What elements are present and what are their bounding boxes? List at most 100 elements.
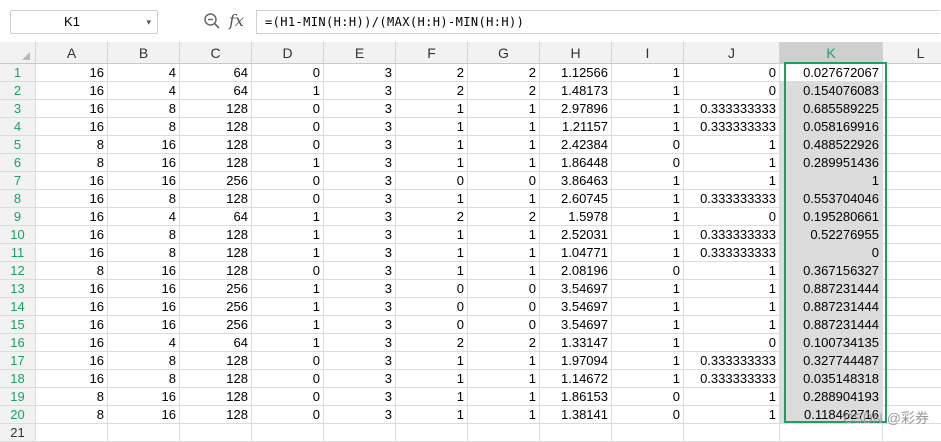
row-number[interactable]: 2 [0, 82, 36, 100]
cell-d9[interactable]: 1 [252, 208, 324, 226]
row-number[interactable]: 20 [0, 406, 36, 424]
cell-d8[interactable]: 0 [252, 190, 324, 208]
cell-a20[interactable]: 8 [36, 406, 108, 424]
cell-c5[interactable]: 128 [180, 136, 252, 154]
cell-f13[interactable]: 0 [396, 280, 468, 298]
cell-g17[interactable]: 1 [468, 352, 540, 370]
cell-a21[interactable] [36, 424, 108, 442]
cell-b14[interactable]: 16 [108, 298, 180, 316]
cell-e11[interactable]: 3 [324, 244, 396, 262]
cell-g20[interactable]: 1 [468, 406, 540, 424]
cell-a12[interactable]: 8 [36, 262, 108, 280]
cell-d3[interactable]: 0 [252, 100, 324, 118]
cell-k16[interactable]: 0.100734135 [780, 334, 883, 352]
cell-h8[interactable]: 2.60745 [540, 190, 612, 208]
cell-a2[interactable]: 16 [36, 82, 108, 100]
cell-f11[interactable]: 1 [396, 244, 468, 262]
cell-a19[interactable]: 8 [36, 388, 108, 406]
row-number[interactable]: 18 [0, 370, 36, 388]
cell-k11[interactable]: 0 [780, 244, 883, 262]
cell-f1[interactable]: 2 [396, 64, 468, 82]
row-number[interactable]: 8 [0, 190, 36, 208]
cell-f14[interactable]: 0 [396, 298, 468, 316]
cell-g4[interactable]: 1 [468, 118, 540, 136]
cell-f12[interactable]: 1 [396, 262, 468, 280]
cell-j16[interactable]: 0 [684, 334, 780, 352]
cell-i16[interactable]: 1 [612, 334, 684, 352]
cell-j21[interactable] [684, 424, 780, 442]
cell-j3[interactable]: 0.333333333 [684, 100, 780, 118]
cell-l16[interactable] [883, 334, 941, 352]
cell-i2[interactable]: 1 [612, 82, 684, 100]
cell-j8[interactable]: 0.333333333 [684, 190, 780, 208]
cell-f18[interactable]: 1 [396, 370, 468, 388]
cell-f3[interactable]: 1 [396, 100, 468, 118]
cell-h19[interactable]: 1.86153 [540, 388, 612, 406]
cell-h20[interactable]: 1.38141 [540, 406, 612, 424]
cell-e12[interactable]: 3 [324, 262, 396, 280]
cell-b18[interactable]: 8 [108, 370, 180, 388]
cell-a18[interactable]: 16 [36, 370, 108, 388]
cell-c3[interactable]: 128 [180, 100, 252, 118]
cell-h17[interactable]: 1.97094 [540, 352, 612, 370]
cell-i7[interactable]: 1 [612, 172, 684, 190]
cell-a7[interactable]: 16 [36, 172, 108, 190]
cell-f5[interactable]: 1 [396, 136, 468, 154]
cell-i1[interactable]: 1 [612, 64, 684, 82]
cell-c19[interactable]: 128 [180, 388, 252, 406]
cell-b13[interactable]: 16 [108, 280, 180, 298]
cell-g18[interactable]: 1 [468, 370, 540, 388]
cell-c2[interactable]: 64 [180, 82, 252, 100]
row-number[interactable]: 7 [0, 172, 36, 190]
cell-b4[interactable]: 8 [108, 118, 180, 136]
cell-j17[interactable]: 0.333333333 [684, 352, 780, 370]
cell-b20[interactable]: 16 [108, 406, 180, 424]
row-number[interactable]: 21 [0, 424, 36, 442]
cell-k18[interactable]: 0.035148318 [780, 370, 883, 388]
cell-e15[interactable]: 3 [324, 316, 396, 334]
cell-c12[interactable]: 128 [180, 262, 252, 280]
cell-b9[interactable]: 4 [108, 208, 180, 226]
cell-d14[interactable]: 1 [252, 298, 324, 316]
cell-e20[interactable]: 3 [324, 406, 396, 424]
cell-g11[interactable]: 1 [468, 244, 540, 262]
cell-j4[interactable]: 0.333333333 [684, 118, 780, 136]
select-all-corner[interactable] [0, 42, 36, 64]
cell-j18[interactable]: 0.333333333 [684, 370, 780, 388]
cell-g7[interactable]: 0 [468, 172, 540, 190]
cell-d12[interactable]: 0 [252, 262, 324, 280]
cell-h4[interactable]: 1.21157 [540, 118, 612, 136]
cell-c1[interactable]: 64 [180, 64, 252, 82]
cell-f4[interactable]: 1 [396, 118, 468, 136]
cell-c21[interactable] [180, 424, 252, 442]
cell-l4[interactable] [883, 118, 941, 136]
cell-h12[interactable]: 2.08196 [540, 262, 612, 280]
row-number[interactable]: 13 [0, 280, 36, 298]
cell-j6[interactable]: 1 [684, 154, 780, 172]
cell-c4[interactable]: 128 [180, 118, 252, 136]
cell-b16[interactable]: 4 [108, 334, 180, 352]
cell-b3[interactable]: 8 [108, 100, 180, 118]
cell-l2[interactable] [883, 82, 941, 100]
cell-a13[interactable]: 16 [36, 280, 108, 298]
function-icon[interactable]: fx [229, 11, 244, 30]
cell-i18[interactable]: 1 [612, 370, 684, 388]
cell-h7[interactable]: 3.86463 [540, 172, 612, 190]
cell-g15[interactable]: 0 [468, 316, 540, 334]
cell-j7[interactable]: 1 [684, 172, 780, 190]
chevron-down-icon[interactable]: ▾ [146, 11, 151, 33]
column-header-a[interactable]: A [36, 42, 108, 64]
row-number[interactable]: 15 [0, 316, 36, 334]
cell-k10[interactable]: 0.52276955 [780, 226, 883, 244]
cell-c13[interactable]: 256 [180, 280, 252, 298]
cell-i10[interactable]: 1 [612, 226, 684, 244]
cell-g5[interactable]: 1 [468, 136, 540, 154]
cell-j2[interactable]: 0 [684, 82, 780, 100]
cell-a16[interactable]: 16 [36, 334, 108, 352]
cell-a14[interactable]: 16 [36, 298, 108, 316]
cell-k2[interactable]: 0.154076083 [780, 82, 883, 100]
cell-e17[interactable]: 3 [324, 352, 396, 370]
cell-b6[interactable]: 16 [108, 154, 180, 172]
column-header-d[interactable]: D [252, 42, 324, 64]
cell-a17[interactable]: 16 [36, 352, 108, 370]
